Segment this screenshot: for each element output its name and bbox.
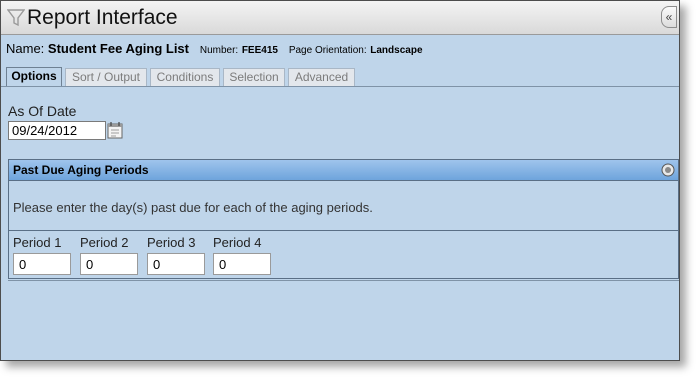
period-3-label: Period 3 (147, 235, 196, 250)
calendar-icon[interactable] (107, 121, 123, 139)
tab-conditions[interactable]: Conditions (150, 68, 220, 86)
panel-description: Please enter the day(s) past due for eac… (13, 200, 373, 215)
panel-header: Past Due Aging Periods (9, 160, 678, 181)
panel-bottom-divider (8, 280, 679, 281)
period-3-input[interactable] (147, 253, 205, 275)
report-info-line: Name: Student Fee Aging List Number: FEE… (6, 41, 423, 56)
period-1-input[interactable] (13, 253, 71, 275)
report-name: Student Fee Aging List (47, 41, 189, 56)
tab-options[interactable]: Options (6, 67, 62, 87)
tab-divider (1, 86, 679, 87)
periods-group: Period 1 Period 2 Period 3 Period 4 (9, 230, 678, 278)
circle-toggle-icon[interactable] (661, 163, 675, 177)
funnel-icon (7, 9, 25, 27)
window-title: Report Interface (27, 6, 178, 29)
collapse-button[interactable]: « (661, 6, 677, 28)
panel-title: Past Due Aging Periods (13, 163, 149, 177)
as-of-date-label: As Of Date (8, 103, 77, 119)
tab-sort-output[interactable]: Sort / Output (65, 68, 147, 86)
period-2-input[interactable] (80, 253, 138, 275)
period-4-label: Period 4 (213, 235, 262, 250)
page-orientation: Landscape (370, 45, 423, 56)
report-number: FEE415 (241, 45, 278, 56)
past-due-aging-panel: Past Due Aging Periods Please enter the … (8, 159, 679, 279)
tab-advanced[interactable]: Advanced (288, 68, 355, 86)
title-bar: Report Interface « (1, 1, 679, 35)
period-4-input[interactable] (213, 253, 271, 275)
double-chevron-left-icon: « (665, 10, 673, 24)
period-1-label: Period 1 (13, 235, 62, 250)
period-2-label: Period 2 (80, 235, 129, 250)
number-label: Number: (199, 45, 239, 56)
report-interface-window: Report Interface « Name: Student Fee Agi… (0, 0, 680, 361)
as-of-date-input[interactable] (8, 121, 106, 140)
name-label: Name: (6, 41, 45, 56)
tab-selection[interactable]: Selection (223, 68, 285, 86)
orientation-label: Page Orientation: (288, 45, 367, 56)
